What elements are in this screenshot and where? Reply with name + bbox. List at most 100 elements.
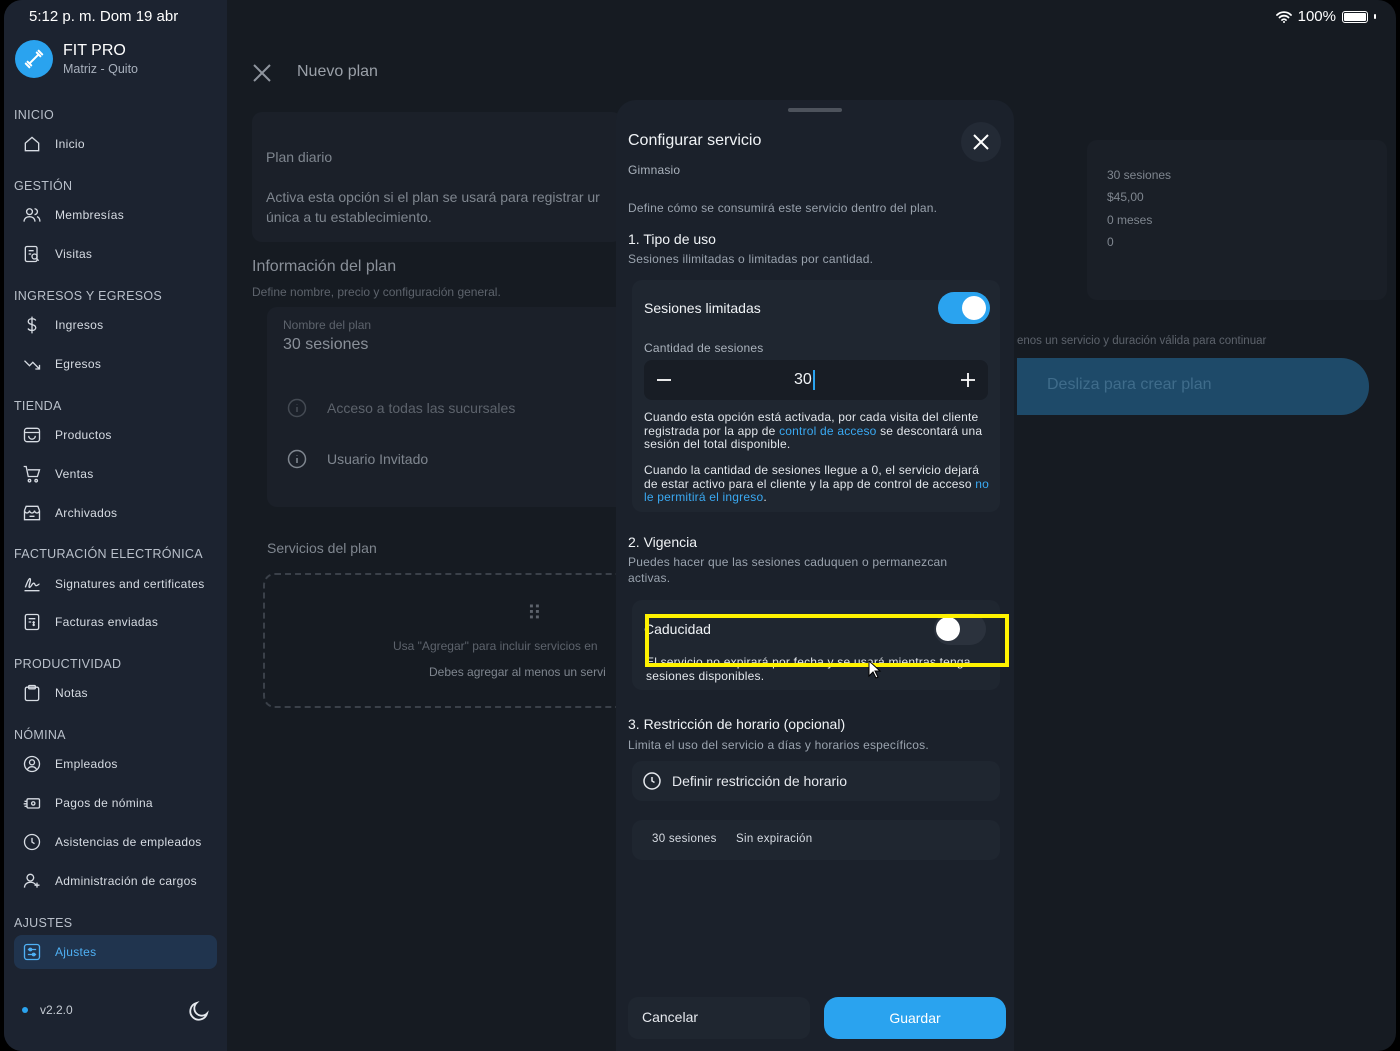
sidebar-item-label: Administración de cargos <box>55 874 197 888</box>
page-title: Nuevo plan <box>297 63 378 80</box>
app-version: v2.2.0 <box>22 1003 73 1017</box>
plan-name-label: Nombre del plan <box>283 318 372 332</box>
usage-panel: Sesiones limitadas Cantidad de sesiones … <box>632 280 1000 512</box>
section-gestion: GESTIÓN <box>14 179 73 193</box>
section-tipo-uso-title: 1. Tipo de uso <box>628 231 716 247</box>
section-nomina: NÓMINA <box>14 728 66 742</box>
decrement-button[interactable] <box>650 366 678 394</box>
cart-icon <box>21 463 43 485</box>
close-sheet-button[interactable] <box>961 122 1001 162</box>
section-vigencia-sub: Puedes hacer que las sesiones caduquen o… <box>628 555 948 585</box>
status-bar: 5:12 p. m. Dom 19 abr 100% <box>4 0 1396 34</box>
battery-percent: 100% <box>1297 8 1336 25</box>
sidebar-item-label: Ajustes <box>55 945 97 959</box>
sessions-info-2: Cuando la cantidad de sesiones llegue a … <box>644 463 994 505</box>
cancel-button[interactable]: Cancelar <box>628 997 810 1039</box>
increment-button[interactable] <box>954 366 982 394</box>
sidebar-item-cargos[interactable]: Administración de cargos <box>14 864 217 898</box>
limited-sessions-label: Sesiones limitadas <box>644 300 761 316</box>
sessions-input[interactable]: 30 <box>794 370 815 390</box>
sidebar-item-label: Archivados <box>55 506 118 520</box>
archive-store-icon <box>21 502 43 524</box>
sheet-handle[interactable] <box>788 108 842 112</box>
sidebar-item-ventas[interactable]: Ventas <box>14 457 217 491</box>
brand-name: FIT PRO <box>63 42 126 59</box>
minus-icon <box>657 379 671 381</box>
sidebar: FIT PRO Matriz - Quito INICIO Inicio GES… <box>4 0 227 1051</box>
sidebar-item-label: Productos <box>55 428 112 442</box>
signature-icon <box>21 573 43 595</box>
sidebar-item-pagos[interactable]: Pagos de nómina <box>14 786 217 820</box>
section-ingresos: INGRESOS Y EGRESOS <box>14 289 163 303</box>
brand[interactable]: FIT PRO Matriz - Quito <box>15 40 138 78</box>
sheet-description: Define cómo se consumirá este servicio d… <box>628 201 938 215</box>
usuario-invitado[interactable]: Usuario Invitado <box>327 451 428 467</box>
visits-icon <box>21 243 43 265</box>
clipboard-icon <box>21 682 43 704</box>
sidebar-item-label: Membresías <box>55 208 125 222</box>
schedule-restriction-button[interactable]: Definir restricción de horario <box>632 761 1000 801</box>
info-text: . <box>763 490 767 504</box>
close-icon <box>973 134 989 150</box>
servicios-hint: Usa "Agregar" para incluir servicios en <box>393 639 598 653</box>
sidebar-item-label: Pagos de nómina <box>55 796 153 810</box>
slide-create-plan[interactable]: Desliza para crear plan <box>1017 358 1369 415</box>
users-icon <box>21 204 43 226</box>
save-button[interactable]: Guardar <box>824 997 1006 1039</box>
clock-icon <box>21 831 43 853</box>
slide-label: Desliza para crear plan <box>1047 376 1212 393</box>
summary-sessions: 30 sesiones <box>1107 168 1172 182</box>
text-caret <box>812 370 815 390</box>
battery-tip <box>1374 14 1376 19</box>
store-icon <box>21 424 43 446</box>
battery-icon <box>1342 10 1368 23</box>
clock-schedule-icon <box>643 772 661 790</box>
section-horario-title: 3. Restricción de horario (opcional) <box>628 716 846 732</box>
sidebar-item-visitas[interactable]: Visitas <box>14 237 217 271</box>
save-label: Guardar <box>889 1010 941 1026</box>
acceso-sucursales[interactable]: Acceso a todas las sucursales <box>327 400 515 416</box>
summary-chip-expiration: Sin expiración <box>736 833 813 845</box>
sidebar-item-facturas[interactable]: Facturas enviadas <box>14 605 217 639</box>
section-facturacion: FACTURACIÓN ELECTRÓNICA <box>14 547 203 561</box>
summary-price: $45,00 <box>1107 190 1144 204</box>
info-icon <box>287 398 307 418</box>
close-icon <box>253 64 271 82</box>
sidebar-item-label: Ingresos <box>55 318 104 332</box>
sidebar-item-empleados[interactable]: Empleados <box>14 747 217 781</box>
configure-service-sheet: Configurar servicio Gimnasio Define cómo… <box>616 100 1014 1051</box>
section-inicio: INICIO <box>14 108 54 122</box>
sidebar-item-egresos[interactable]: Egresos <box>14 347 217 381</box>
sessions-value: 30 <box>794 371 812 389</box>
payment-icon <box>21 792 43 814</box>
sidebar-item-notas[interactable]: Notas <box>14 676 217 710</box>
section-horario-sub: Limita el uso del servicio a días y hora… <box>628 738 929 752</box>
sidebar-item-signatures[interactable]: Signatures and certificates <box>14 567 217 601</box>
sidebar-item-ingresos[interactable]: Ingresos <box>14 308 217 342</box>
dark-mode-toggle[interactable] <box>184 996 214 1026</box>
sessions-stepper[interactable]: 30 <box>644 360 988 400</box>
sidebar-item-inicio[interactable]: Inicio <box>14 127 217 161</box>
plan-diario-desc-1: Activa esta opción si el plan se usará p… <box>266 189 600 205</box>
sidebar-item-label: Notas <box>55 686 88 700</box>
control-acceso-link[interactable]: control de acceso <box>779 424 876 438</box>
drag-handle-icon: ⠿ <box>527 603 544 625</box>
sidebar-item-label: Facturas enviadas <box>55 615 159 629</box>
section-ajustes: AJUSTES <box>14 916 73 930</box>
sidebar-item-ajustes[interactable]: Ajustes <box>14 935 217 969</box>
plan-name-value[interactable]: 30 sesiones <box>283 336 368 354</box>
wifi-icon <box>1275 10 1292 23</box>
sidebar-item-label: Signatures and certificates <box>55 577 205 591</box>
sidebar-item-asistencias[interactable]: Asistencias de empleados <box>14 825 217 859</box>
version-text: v2.2.0 <box>40 1003 73 1017</box>
cancel-label: Cancelar <box>642 1009 699 1025</box>
info-icon <box>287 449 307 469</box>
sidebar-item-archivados[interactable]: Archivados <box>14 496 217 530</box>
limited-sessions-toggle[interactable] <box>938 292 990 324</box>
sidebar-item-productos[interactable]: Productos <box>14 418 217 452</box>
sidebar-item-membresias[interactable]: Membresías <box>14 198 217 232</box>
close-plan-button[interactable] <box>252 62 272 90</box>
user-plus-icon <box>21 870 43 892</box>
qty-label: Cantidad de sesiones <box>644 341 764 355</box>
sheet-subtitle: Gimnasio <box>628 163 681 177</box>
